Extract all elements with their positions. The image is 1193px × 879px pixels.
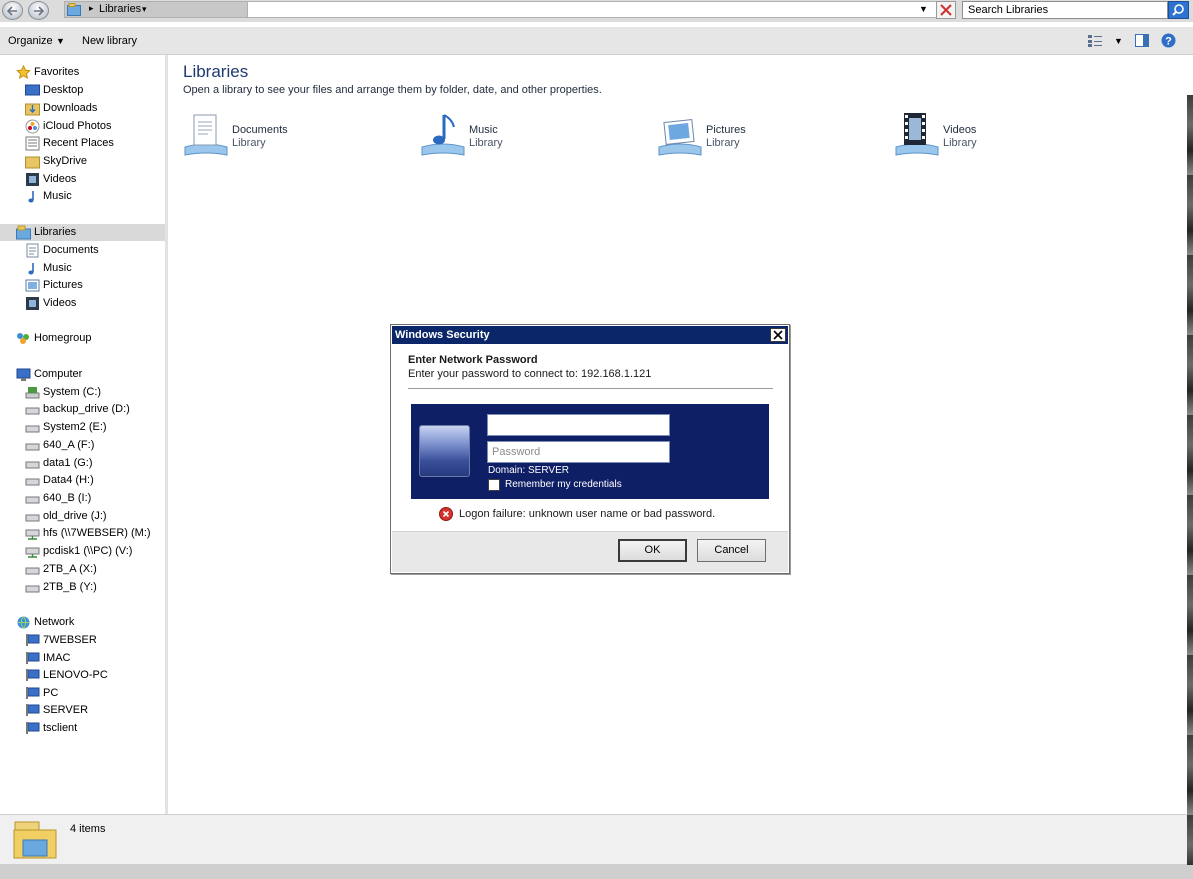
documents-icon [26,243,39,258]
libraries-folder-icon [67,3,81,16]
remember-credentials-label[interactable]: Remember my credentials [505,479,622,490]
icloud-photos-icon [25,119,40,134]
cancel-button[interactable]: Cancel [697,539,766,562]
search-icon [1172,4,1184,16]
back-arrow-icon [7,6,17,16]
library-tile-videos[interactable]: Videos Library [894,111,1094,161]
libraries-icon [16,225,31,240]
network-computer-icon [26,722,40,734]
new-library-button[interactable]: New library [82,35,137,47]
drive-icon [25,585,40,593]
page-subtitle: Open a library to see your files and arr… [183,84,602,96]
network-globe-icon [17,616,30,629]
videos-library-icon [895,113,939,156]
dialog-title: Windows Security [395,329,490,341]
network-computer-icon [26,634,40,646]
view-options-dropdown-icon[interactable]: ▼ [1114,36,1123,46]
stop-button[interactable] [936,1,956,19]
drive-icon [25,567,40,575]
breadcrumb-libraries[interactable]: Libraries [99,3,141,15]
homegroup-icon [17,333,29,344]
music-library-icon [421,114,465,156]
drive-icon [25,478,40,486]
library-tile-pictures[interactable]: Pictures Library [657,111,857,161]
username-input[interactable] [487,414,670,436]
window-bottom-border [0,864,1193,879]
organize-dropdown-icon[interactable]: ▼ [56,36,65,46]
music-note-icon [28,263,34,275]
pictures-icon [25,279,40,292]
password-input[interactable] [487,441,670,463]
domain-label: Domain: SERVER [488,465,569,476]
command-bar [0,27,1193,55]
search-placeholder: Search Libraries [968,4,1049,16]
drive-icon [25,496,40,504]
pane-splitter[interactable] [165,55,168,814]
search-input[interactable]: Search Libraries [962,1,1168,19]
search-button[interactable] [1168,1,1189,19]
dialog-heading: Enter Network Password [408,354,538,366]
item-count: 4 items [70,823,106,835]
forward-button[interactable] [28,1,49,20]
star-icon [16,65,31,80]
page-title: Libraries [183,62,249,81]
downloads-folder-icon [25,103,40,116]
forward-arrow-icon [34,6,44,16]
library-tile-music[interactable]: Music Library [420,111,620,161]
back-button[interactable] [2,1,23,20]
videos-icon [26,297,39,310]
dialog-prompt: Enter your password to connect to: 192.1… [408,368,652,380]
remember-credentials-checkbox[interactable] [488,479,500,491]
preview-pane-icon[interactable] [1135,34,1149,47]
library-tile-documents[interactable]: Documents Library [183,111,383,161]
error-message: Logon failure: unknown user name or bad … [459,508,716,520]
drive-icon [25,425,40,433]
drive-icon [25,514,40,522]
network-computer-icon [26,669,40,681]
system-drive-icon [25,387,40,399]
network-computer-icon [26,652,40,664]
libraries-large-icon [13,821,57,859]
drive-icon [25,461,40,469]
address-history-dropdown-icon[interactable]: ▼ [919,4,928,14]
dialog-divider [408,388,773,389]
network-drive-icon [25,529,40,540]
network-drive-icon [25,547,40,558]
skydrive-folder-icon [25,156,40,169]
music-note-icon [28,191,34,203]
network-computer-icon [26,704,40,716]
svg-text:?: ? [1165,36,1172,48]
address-field-extension[interactable] [248,1,938,18]
desktop-icon [25,84,40,96]
breadcrumb-dropdown-icon[interactable]: ▾ [142,4,147,15]
help-icon[interactable]: ? [1161,33,1176,48]
credential-user-tile-icon [419,425,470,477]
change-view-icon[interactable] [1088,35,1102,47]
videos-icon [26,173,39,186]
drive-icon [25,443,40,451]
recent-places-icon [25,136,40,151]
status-bar [0,814,1193,864]
documents-library-icon [184,114,228,156]
computer-icon [16,368,31,381]
background-window-edge [1187,95,1193,865]
close-icon [773,330,783,340]
organize-button[interactable]: Organize [8,35,53,47]
drive-icon [25,407,40,415]
dialog-close-button[interactable] [770,328,786,342]
pictures-library-icon [658,119,702,156]
error-icon [439,507,453,521]
ok-button[interactable]: OK [618,539,687,562]
network-computer-icon [26,687,40,699]
close-red-x-icon [940,4,952,16]
breadcrumb-chevron-icon[interactable]: ▸ [89,3,94,14]
